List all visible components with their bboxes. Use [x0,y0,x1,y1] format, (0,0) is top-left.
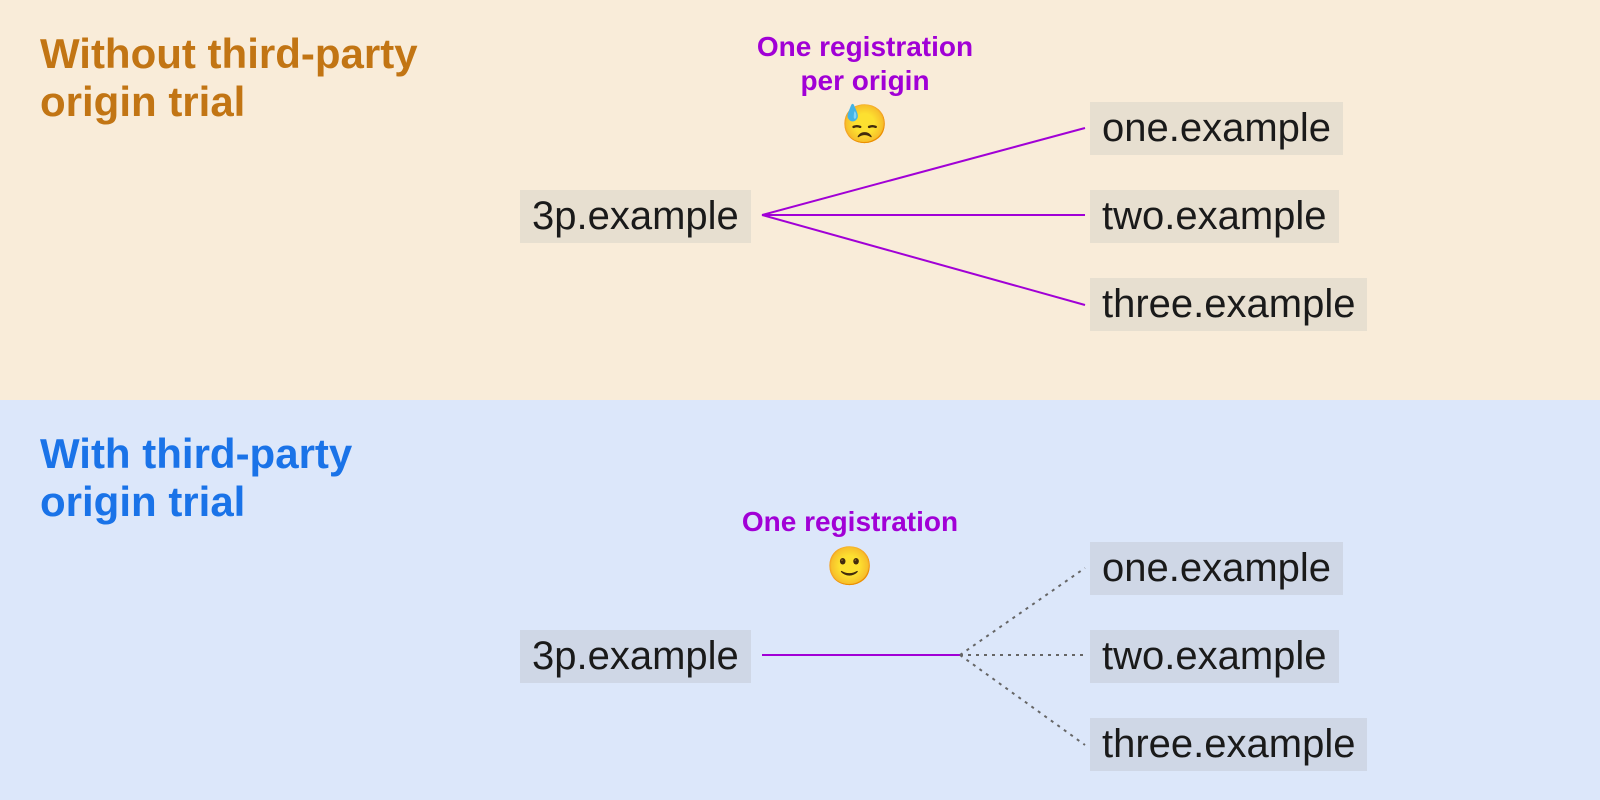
connector-lines-bottom [520,400,1580,800]
sad-sweat-emoji: 😓 [735,103,995,149]
target-node-two-bottom: two.example [1090,630,1339,683]
heading-with: With third-party origin trial [40,430,480,527]
caption-bottom: One registration 🙂 [720,505,980,590]
diagram-bottom: One registration 🙂 3p.example one.exampl… [520,400,1580,800]
caption-text-bottom: One registration [742,506,958,537]
heading-without: Without third-party origin trial [40,30,480,127]
target-node-three-bottom: three.example [1090,718,1367,771]
source-node-top: 3p.example [520,190,751,243]
target-node-one-bottom: one.example [1090,542,1343,595]
smile-emoji: 🙂 [720,545,980,591]
target-node-three-top: three.example [1090,278,1367,331]
source-node-bottom: 3p.example [520,630,751,683]
caption-text-top: One registration per origin [757,31,973,96]
target-node-two-top: two.example [1090,190,1339,243]
caption-top: One registration per origin 😓 [735,30,995,149]
panel-with-3p-trial: With third-party origin trial One regist… [0,400,1600,800]
panel-without-3p-trial: Without third-party origin trial One reg… [0,0,1600,400]
target-node-one-top: one.example [1090,102,1343,155]
diagram-top: One registration per origin 😓 3p.example… [520,0,1580,400]
